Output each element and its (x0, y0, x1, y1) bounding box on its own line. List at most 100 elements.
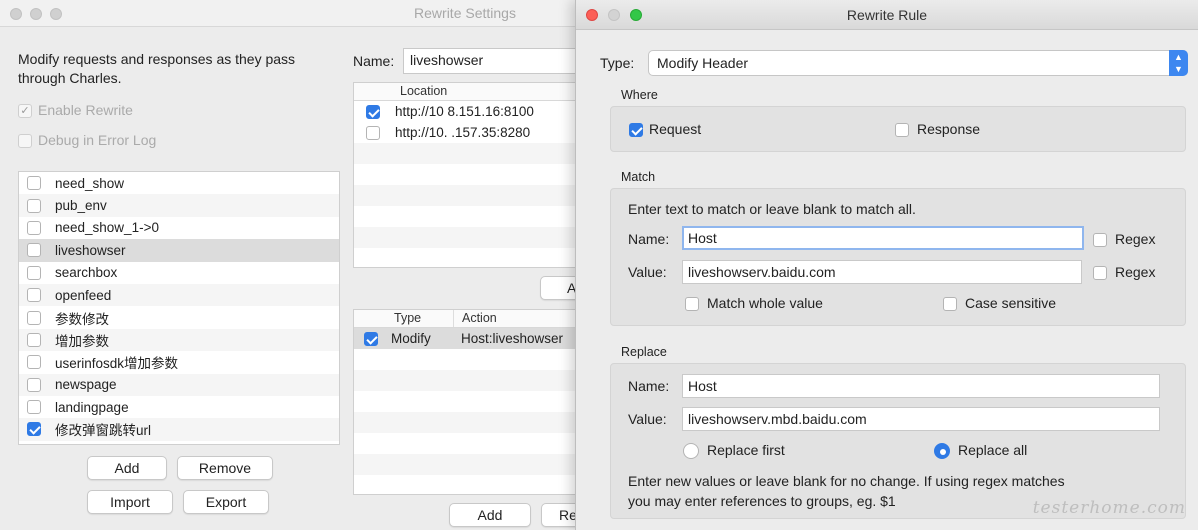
case-sensitive-checkbox[interactable]: Case sensitive (943, 295, 1057, 312)
match-name-regex-checkbox[interactable]: Regex (1093, 231, 1156, 248)
location-url: http://10 8.151.16:8100 (395, 104, 534, 119)
request-label: Request (649, 121, 702, 137)
rules-table[interactable]: Type Action Modify Host:liveshowser (353, 309, 583, 495)
rule-checkbox[interactable] (27, 400, 41, 415)
enable-rewrite-checkbox[interactable]: ✓ Enable Rewrite (18, 102, 133, 119)
table-row[interactable]: Modify Host:liveshowser (354, 328, 582, 349)
rule-type: Modify (391, 331, 431, 346)
response-checkbox[interactable]: Response (895, 121, 980, 138)
intro-text: Modify requests and responses as they pa… (18, 51, 296, 86)
match-whole-label: Match whole value (707, 295, 823, 311)
case-sensitive-label: Case sensitive (965, 295, 1057, 311)
rule-row-checkbox[interactable] (364, 331, 378, 346)
list-item[interactable]: searchbox (19, 262, 339, 284)
debug-log-label: Debug in Error Log (38, 132, 157, 148)
where-group: Request Response (610, 106, 1186, 152)
list-item[interactable]: need_show_1->0 (19, 217, 339, 239)
rule-label: need_show_1->0 (55, 220, 159, 236)
match-value-label: Value: (628, 264, 667, 280)
location-checkbox[interactable] (366, 125, 380, 140)
rule-checkbox[interactable] (27, 355, 41, 370)
table-row (354, 164, 582, 185)
rule-checkbox[interactable] (27, 422, 41, 437)
list-item[interactable]: pub_env (19, 194, 339, 217)
debug-log-checkbox[interactable]: Debug in Error Log (18, 132, 157, 149)
table-row (354, 412, 582, 433)
replace-group-label: Replace (621, 345, 667, 359)
table-row (354, 349, 582, 370)
rule-checkbox[interactable] (27, 377, 41, 392)
replace-value-input[interactable]: liveshowserv.mbd.baidu.com (682, 407, 1160, 431)
rule-label: userinfosdk增加参数 (55, 356, 179, 372)
match-group-label: Match (621, 170, 656, 184)
replace-first-radio[interactable]: Replace first (683, 442, 785, 460)
replace-name-input[interactable]: Host (682, 374, 1160, 398)
rule-checkbox[interactable] (27, 198, 41, 213)
rule-checkbox[interactable] (27, 265, 41, 280)
table-row (354, 185, 582, 206)
radio-icon (934, 443, 950, 460)
regex-label: Regex (1115, 231, 1156, 247)
table-row (354, 370, 582, 391)
table-row (354, 454, 582, 475)
list-item[interactable]: 增加参数 (19, 328, 339, 352)
list-item[interactable]: need_show (19, 172, 339, 194)
chevron-updown-icon: ▲ ▼ (1169, 50, 1188, 76)
rule-checkbox[interactable] (27, 332, 41, 347)
replace-all-label: Replace all (958, 442, 1028, 458)
rule-checkbox[interactable] (27, 176, 41, 191)
table-row[interactable]: http://10 8.151.16:8100 (354, 101, 582, 122)
rule-checkbox[interactable] (27, 310, 41, 325)
match-name-input[interactable]: Host (682, 226, 1084, 250)
action-column-header: Action (462, 311, 497, 325)
rule-label: pub_env (55, 198, 107, 214)
checkbox-icon (895, 123, 909, 138)
where-group-label: Where (621, 88, 658, 102)
match-hint: Enter text to match or leave blank to ma… (628, 201, 916, 217)
match-name-label: Name: (628, 231, 670, 247)
table-row[interactable]: http://10. .157.35:8280 (354, 122, 582, 143)
rule-checkbox[interactable] (27, 288, 41, 303)
add-rule-set-button[interactable]: Add (87, 456, 167, 480)
dialog-title: Rewrite Rule (846, 7, 928, 23)
list-item[interactable]: userinfosdk增加参数 (19, 351, 339, 373)
location-column-header: Location (400, 84, 448, 98)
rule-checkbox[interactable] (27, 220, 41, 235)
rewrite-rule-titlebar: Rewrite Rule (576, 0, 1198, 30)
match-value-input[interactable]: liveshowserv.baidu.com (682, 260, 1082, 284)
list-item[interactable]: 参数修改 (19, 306, 339, 328)
checkbox-icon (629, 123, 643, 138)
location-checkbox[interactable] (366, 104, 380, 119)
match-value-regex-checkbox[interactable]: Regex (1093, 264, 1155, 281)
rewrite-rule-dialog: Rewrite Rule Type: Modify Header ▲ ▼ Wher… (575, 0, 1198, 530)
remove-rule-set-button[interactable]: Remove (177, 456, 273, 480)
table-row (354, 391, 582, 412)
rule-label: searchbox (55, 265, 118, 281)
type-select[interactable]: Modify Header ▲ ▼ (648, 50, 1188, 76)
rule-label: 增加参数 (55, 333, 109, 349)
table-row (354, 227, 582, 248)
checkbox-icon: ✓ (18, 104, 32, 119)
type-label: Type: (600, 55, 635, 71)
list-item[interactable]: newspage (19, 373, 339, 396)
list-item[interactable]: liveshowser (19, 239, 339, 262)
rule-label: openfeed (55, 287, 112, 303)
location-table[interactable]: Location http://10 8.151.16:8100 http://… (353, 82, 583, 268)
list-item[interactable]: 修改弹窗跳转url (19, 418, 339, 441)
rule-checkbox[interactable] (27, 243, 41, 258)
table-row (354, 143, 582, 164)
replace-all-radio[interactable]: Replace all (934, 442, 1028, 460)
watermark: testerhome.com (1032, 498, 1186, 518)
export-button[interactable]: Export (183, 490, 269, 514)
match-whole-value-checkbox[interactable]: Match whole value (685, 295, 823, 312)
import-button[interactable]: Import (87, 490, 173, 514)
rule-label: newspage (55, 377, 117, 393)
list-item[interactable]: openfeed (19, 283, 339, 307)
checkbox-icon (943, 297, 957, 312)
request-checkbox[interactable]: Request (629, 121, 702, 138)
set-name-input[interactable]: liveshowser (403, 48, 583, 74)
rule-set-list[interactable]: need_show pub_env need_show_1->0 livesho… (18, 171, 340, 445)
add-rule-button[interactable]: Add (449, 503, 531, 527)
match-group: Enter text to match or leave blank to ma… (610, 188, 1186, 326)
list-item[interactable]: landingpage (19, 396, 339, 418)
